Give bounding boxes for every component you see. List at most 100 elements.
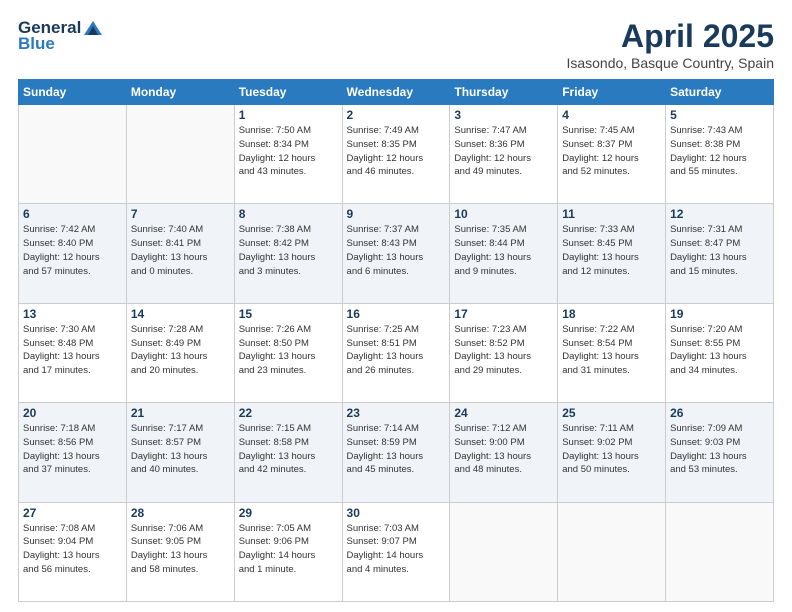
calendar-cell bbox=[666, 502, 774, 601]
calendar-cell: 23 Sunrise: 7:14 AM Sunset: 8:59 PM Dayli… bbox=[342, 403, 450, 502]
calendar-cell bbox=[126, 105, 234, 204]
day-detail: Sunrise: 7:05 AM Sunset: 9:06 PM Dayligh… bbox=[239, 522, 338, 577]
day-detail: Sunrise: 7:35 AM Sunset: 8:44 PM Dayligh… bbox=[454, 223, 553, 278]
day-detail: Sunrise: 7:12 AM Sunset: 9:00 PM Dayligh… bbox=[454, 422, 553, 477]
day-number: 7 bbox=[131, 207, 230, 221]
calendar-cell: 4 Sunrise: 7:45 AM Sunset: 8:37 PM Daylig… bbox=[558, 105, 666, 204]
day-number: 8 bbox=[239, 207, 338, 221]
day-detail: Sunrise: 7:03 AM Sunset: 9:07 PM Dayligh… bbox=[347, 522, 446, 577]
calendar-cell: 19Sunrise: 7:20 AM Sunset: 8:55 PM Dayli… bbox=[666, 303, 774, 402]
day-number: 11 bbox=[562, 207, 661, 221]
day-number: 6 bbox=[23, 207, 122, 221]
calendar-cell: 30 Sunrise: 7:03 AM Sunset: 9:07 PM Dayli… bbox=[342, 502, 450, 601]
header-sunday: Sunday bbox=[19, 80, 127, 105]
day-detail: Sunrise: 7:09 AM Sunset: 9:03 PM Dayligh… bbox=[670, 422, 769, 477]
day-number: 10 bbox=[454, 207, 553, 221]
month-title: April 2025 bbox=[566, 18, 774, 55]
day-number: 23 bbox=[347, 406, 446, 420]
logo-blue: Blue bbox=[18, 34, 55, 54]
day-detail: Sunrise: 7:50 AM Sunset: 8:34 PM Dayligh… bbox=[239, 124, 338, 179]
header: General Blue April 2025 Isasondo, Basque… bbox=[18, 18, 774, 71]
day-number: 14 bbox=[131, 307, 230, 321]
day-detail: Sunrise: 7:22 AM Sunset: 8:54 PM Dayligh… bbox=[562, 323, 661, 378]
day-detail: Sunrise: 7:49 AM Sunset: 8:35 PM Dayligh… bbox=[347, 124, 446, 179]
logo-icon bbox=[84, 21, 102, 35]
day-number: 29 bbox=[239, 506, 338, 520]
day-detail: Sunrise: 7:15 AM Sunset: 8:58 PM Dayligh… bbox=[239, 422, 338, 477]
calendar-cell: 21 Sunrise: 7:17 AM Sunset: 8:57 PM Dayli… bbox=[126, 403, 234, 502]
calendar: Sunday Monday Tuesday Wednesday Thursday… bbox=[18, 79, 774, 602]
day-detail: Sunrise: 7:38 AM Sunset: 8:42 PM Dayligh… bbox=[239, 223, 338, 278]
day-detail: Sunrise: 7:42 AM Sunset: 8:40 PM Dayligh… bbox=[23, 223, 122, 278]
calendar-cell: 27 Sunrise: 7:08 AM Sunset: 9:04 PM Dayli… bbox=[19, 502, 127, 601]
day-number: 12 bbox=[670, 207, 769, 221]
day-number: 22 bbox=[239, 406, 338, 420]
day-number: 26 bbox=[670, 406, 769, 420]
day-number: 21 bbox=[131, 406, 230, 420]
header-wednesday: Wednesday bbox=[342, 80, 450, 105]
day-detail: Sunrise: 7:20 AM Sunset: 8:55 PM Dayligh… bbox=[670, 323, 769, 378]
header-saturday: Saturday bbox=[666, 80, 774, 105]
header-friday: Friday bbox=[558, 80, 666, 105]
day-detail: Sunrise: 7:26 AM Sunset: 8:50 PM Dayligh… bbox=[239, 323, 338, 378]
header-monday: Monday bbox=[126, 80, 234, 105]
calendar-cell: 1 Sunrise: 7:50 AM Sunset: 8:34 PM Daylig… bbox=[234, 105, 342, 204]
calendar-cell: 20 Sunrise: 7:18 AM Sunset: 8:56 PM Dayli… bbox=[19, 403, 127, 502]
day-detail: Sunrise: 7:40 AM Sunset: 8:41 PM Dayligh… bbox=[131, 223, 230, 278]
calendar-cell: 29 Sunrise: 7:05 AM Sunset: 9:06 PM Dayli… bbox=[234, 502, 342, 601]
day-number: 24 bbox=[454, 406, 553, 420]
day-detail: Sunrise: 7:43 AM Sunset: 8:38 PM Dayligh… bbox=[670, 124, 769, 179]
day-number: 3 bbox=[454, 108, 553, 122]
calendar-cell: 16Sunrise: 7:25 AM Sunset: 8:51 PM Dayli… bbox=[342, 303, 450, 402]
calendar-cell bbox=[558, 502, 666, 601]
calendar-cell: 22 Sunrise: 7:15 AM Sunset: 8:58 PM Dayli… bbox=[234, 403, 342, 502]
day-number: 4 bbox=[562, 108, 661, 122]
day-number: 13 bbox=[23, 307, 122, 321]
calendar-cell: 28Sunrise: 7:06 AM Sunset: 9:05 PM Dayli… bbox=[126, 502, 234, 601]
day-number: 9 bbox=[347, 207, 446, 221]
day-detail: Sunrise: 7:33 AM Sunset: 8:45 PM Dayligh… bbox=[562, 223, 661, 278]
logo: General Blue bbox=[18, 18, 103, 54]
calendar-cell: 12Sunrise: 7:31 AM Sunset: 8:47 PM Dayli… bbox=[666, 204, 774, 303]
day-number: 18 bbox=[562, 307, 661, 321]
calendar-cell bbox=[19, 105, 127, 204]
day-detail: Sunrise: 7:28 AM Sunset: 8:49 PM Dayligh… bbox=[131, 323, 230, 378]
day-detail: Sunrise: 7:17 AM Sunset: 8:57 PM Dayligh… bbox=[131, 422, 230, 477]
day-number: 2 bbox=[347, 108, 446, 122]
day-number: 1 bbox=[239, 108, 338, 122]
location: Isasondo, Basque Country, Spain bbox=[566, 55, 774, 71]
day-number: 27 bbox=[23, 506, 122, 520]
day-number: 15 bbox=[239, 307, 338, 321]
calendar-cell: 17Sunrise: 7:23 AM Sunset: 8:52 PM Dayli… bbox=[450, 303, 558, 402]
calendar-cell: 13 Sunrise: 7:30 AM Sunset: 8:48 PM Dayli… bbox=[19, 303, 127, 402]
day-detail: Sunrise: 7:25 AM Sunset: 8:51 PM Dayligh… bbox=[347, 323, 446, 378]
header-tuesday: Tuesday bbox=[234, 80, 342, 105]
day-number: 20 bbox=[23, 406, 122, 420]
calendar-cell: 11 Sunrise: 7:33 AM Sunset: 8:45 PM Dayli… bbox=[558, 204, 666, 303]
day-detail: Sunrise: 7:30 AM Sunset: 8:48 PM Dayligh… bbox=[23, 323, 122, 378]
day-number: 25 bbox=[562, 406, 661, 420]
day-number: 30 bbox=[347, 506, 446, 520]
calendar-cell: 25 Sunrise: 7:11 AM Sunset: 9:02 PM Dayli… bbox=[558, 403, 666, 502]
calendar-cell: 15 Sunrise: 7:26 AM Sunset: 8:50 PM Dayli… bbox=[234, 303, 342, 402]
day-detail: Sunrise: 7:45 AM Sunset: 8:37 PM Dayligh… bbox=[562, 124, 661, 179]
day-number: 28 bbox=[131, 506, 230, 520]
day-detail: Sunrise: 7:08 AM Sunset: 9:04 PM Dayligh… bbox=[23, 522, 122, 577]
calendar-cell: 9 Sunrise: 7:37 AM Sunset: 8:43 PM Daylig… bbox=[342, 204, 450, 303]
day-number: 5 bbox=[670, 108, 769, 122]
day-detail: Sunrise: 7:11 AM Sunset: 9:02 PM Dayligh… bbox=[562, 422, 661, 477]
day-detail: Sunrise: 7:37 AM Sunset: 8:43 PM Dayligh… bbox=[347, 223, 446, 278]
weekday-header-row: Sunday Monday Tuesday Wednesday Thursday… bbox=[19, 80, 774, 105]
day-detail: Sunrise: 7:18 AM Sunset: 8:56 PM Dayligh… bbox=[23, 422, 122, 477]
day-detail: Sunrise: 7:14 AM Sunset: 8:59 PM Dayligh… bbox=[347, 422, 446, 477]
calendar-cell: 24 Sunrise: 7:12 AM Sunset: 9:00 PM Dayli… bbox=[450, 403, 558, 502]
calendar-cell: 3 Sunrise: 7:47 AM Sunset: 8:36 PM Daylig… bbox=[450, 105, 558, 204]
calendar-cell: 5 Sunrise: 7:43 AM Sunset: 8:38 PM Daylig… bbox=[666, 105, 774, 204]
calendar-cell: 7 Sunrise: 7:40 AM Sunset: 8:41 PM Daylig… bbox=[126, 204, 234, 303]
day-detail: Sunrise: 7:47 AM Sunset: 8:36 PM Dayligh… bbox=[454, 124, 553, 179]
calendar-cell: 2 Sunrise: 7:49 AM Sunset: 8:35 PM Daylig… bbox=[342, 105, 450, 204]
calendar-cell: 6 Sunrise: 7:42 AM Sunset: 8:40 PM Daylig… bbox=[19, 204, 127, 303]
calendar-cell: 10 Sunrise: 7:35 AM Sunset: 8:44 PM Dayli… bbox=[450, 204, 558, 303]
calendar-cell: 8 Sunrise: 7:38 AM Sunset: 8:42 PM Daylig… bbox=[234, 204, 342, 303]
page: General Blue April 2025 Isasondo, Basque… bbox=[0, 0, 792, 612]
